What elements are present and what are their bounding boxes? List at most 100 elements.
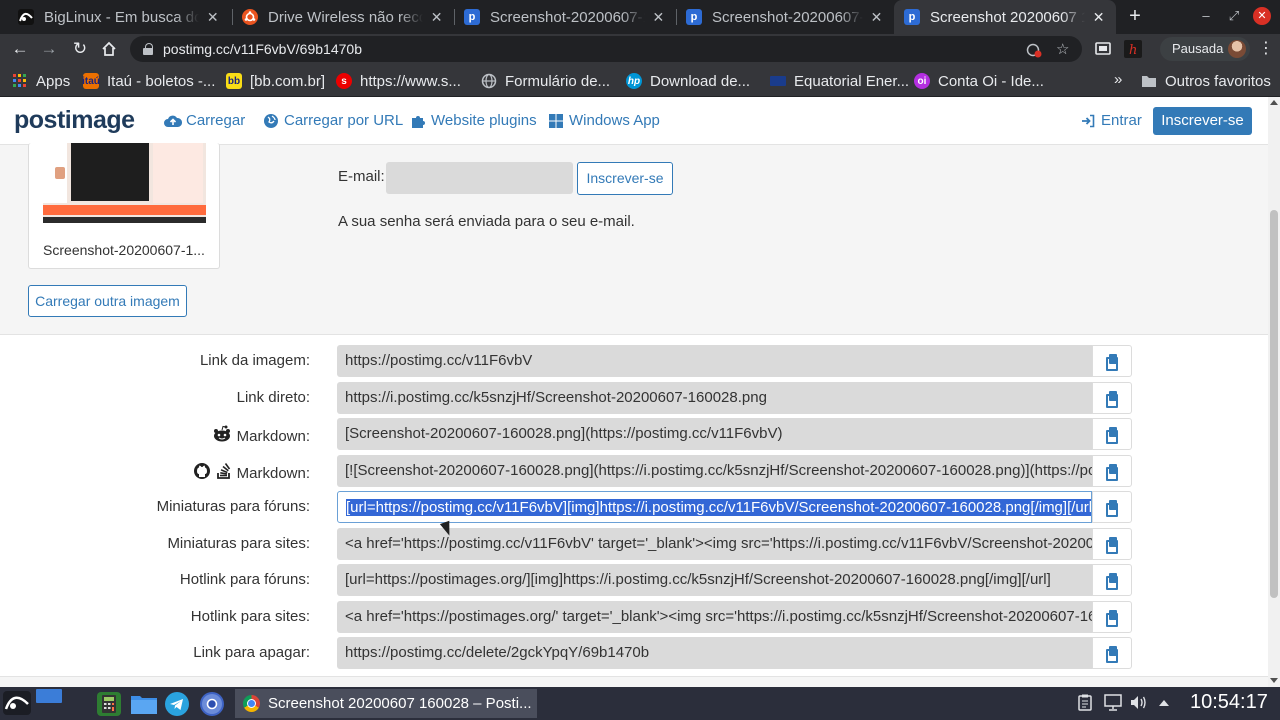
bookmark-hp-download[interactable]: hp Download de... bbox=[626, 71, 750, 91]
chromium-icon[interactable] bbox=[200, 692, 224, 716]
cookie-blocked-icon[interactable] bbox=[1026, 40, 1042, 62]
copy-button[interactable] bbox=[1092, 418, 1132, 450]
close-tab-icon[interactable]: ✕ bbox=[869, 9, 884, 26]
upload-another-button[interactable]: Carregar outra imagem bbox=[28, 285, 187, 317]
nav-label: Windows App bbox=[569, 112, 660, 129]
link-row-direct-link: Link direto: https://i.postimg.cc/k5snzj… bbox=[0, 382, 1268, 414]
reload-icon[interactable]: ↻ bbox=[69, 38, 91, 60]
bookmark-oi[interactable]: oi Conta Oi - Ide... bbox=[914, 71, 1044, 91]
nav-upload-link[interactable]: Carregar bbox=[164, 112, 245, 129]
link-row-delete-link: Link para apagar: https://postimg.cc/del… bbox=[0, 637, 1268, 669]
new-tab-button[interactable]: + bbox=[1124, 5, 1146, 27]
link-row-markdown-github: Markdown: [![Screenshot-20200607-160028.… bbox=[0, 455, 1268, 487]
scroll-down-arrow-icon[interactable] bbox=[1270, 678, 1278, 683]
menu-kebab-icon[interactable]: ⋮ bbox=[1258, 38, 1274, 60]
tab-strip: BigLinux - Em busca do s ✕ Drive Wireles… bbox=[0, 0, 1280, 34]
tab-title: Screenshot-20200607-1 bbox=[490, 8, 645, 26]
nav-upload-url-link[interactable]: Carregar por URL bbox=[262, 112, 403, 129]
link-field[interactable]: [url=https://postimages.org/][img]https:… bbox=[337, 564, 1092, 596]
start-menu-icon[interactable] bbox=[3, 691, 31, 715]
itau-icon: itaú bbox=[82, 73, 100, 89]
home-icon[interactable] bbox=[98, 38, 120, 60]
calculator-icon[interactable] bbox=[97, 692, 121, 716]
link-field-selected[interactable]: [url=https://postimg.cc/v11F6vbV][img]ht… bbox=[337, 491, 1092, 523]
copy-button[interactable] bbox=[1092, 528, 1132, 560]
close-tab-icon[interactable]: ✕ bbox=[651, 9, 666, 26]
close-tab-icon[interactable]: ✕ bbox=[429, 9, 444, 26]
postimage-logo[interactable]: postimage bbox=[14, 106, 135, 135]
image-thumbnail[interactable] bbox=[43, 143, 206, 223]
star-bookmark-icon[interactable]: ☆ bbox=[1056, 40, 1069, 58]
bookmark-santander[interactable]: s https://www.s... bbox=[336, 71, 461, 91]
bookmarks-overflow-button[interactable]: » bbox=[1114, 71, 1122, 88]
link-field[interactable]: https://postimg.cc/v11F6vbV bbox=[337, 345, 1092, 377]
close-tab-icon[interactable]: ✕ bbox=[205, 9, 220, 26]
link-field[interactable]: https://i.postimg.cc/k5snzjHf/Screenshot… bbox=[337, 382, 1092, 414]
network-icon[interactable] bbox=[1104, 694, 1122, 715]
restore-icon[interactable]: ⤢ bbox=[1224, 6, 1244, 26]
tab-2[interactable]: Drive Wireless não recon ✕ bbox=[232, 0, 454, 34]
bookmark-label: Equatorial Ener... bbox=[794, 72, 910, 90]
file-manager-icon[interactable] bbox=[130, 692, 157, 716]
tab-5-active[interactable]: p Screenshot 20200607 16 ✕ bbox=[894, 0, 1116, 34]
profile-button[interactable]: Pausada bbox=[1160, 37, 1250, 61]
scroll-up-arrow-icon[interactable] bbox=[1270, 100, 1278, 105]
bookmark-label: Formulário de... bbox=[505, 72, 611, 90]
password-note: A sua senha será enviada para o seu e-ma… bbox=[338, 213, 635, 230]
subscribe-button[interactable]: Inscrever-se bbox=[577, 162, 673, 195]
tab-4[interactable]: p Screenshot-20200607-1 ✕ bbox=[676, 0, 894, 34]
site-header: postimage Carregar Carregar por URL Webs… bbox=[0, 97, 1268, 145]
taskbar-clock[interactable]: 10:54:17 bbox=[1190, 691, 1268, 714]
bookmark-equatorial[interactable]: Equatorial Ener... bbox=[770, 71, 909, 91]
nav-windows-app-link[interactable]: Windows App bbox=[547, 112, 660, 129]
bookmark-itau[interactable]: itaú Itaú - boletos -... bbox=[82, 71, 215, 91]
copy-button[interactable] bbox=[1092, 382, 1132, 414]
link-field[interactable]: [![Screenshot-20200607-160028.png](https… bbox=[337, 455, 1092, 487]
nav-website-plugins-link[interactable]: Website plugins bbox=[409, 112, 537, 129]
workspace-switcher-icon[interactable] bbox=[36, 689, 62, 703]
copy-button[interactable] bbox=[1092, 564, 1132, 596]
extension-screen-icon[interactable] bbox=[1094, 40, 1112, 58]
avatar bbox=[1228, 40, 1246, 58]
copy-button[interactable] bbox=[1092, 601, 1132, 633]
globe-icon bbox=[262, 113, 280, 129]
svg-text:h: h bbox=[1129, 43, 1137, 58]
footer-strip bbox=[0, 676, 1268, 687]
copy-button[interactable] bbox=[1092, 345, 1132, 377]
bookmark-other-folder[interactable]: Outros favoritos bbox=[1141, 71, 1271, 91]
copy-icon bbox=[1106, 537, 1118, 554]
tab-3[interactable]: p Screenshot-20200607-1 ✕ bbox=[454, 0, 676, 34]
telegram-icon[interactable] bbox=[165, 692, 189, 716]
address-bar[interactable]: postimg.cc/v11F6vbV/69b1470b ☆ bbox=[130, 36, 1082, 62]
link-label: Hotlink para fóruns: bbox=[179, 571, 310, 588]
lock-icon bbox=[143, 43, 153, 55]
bookmark-bb[interactable]: bb [bb.com.br] bbox=[226, 71, 325, 91]
close-tab-icon[interactable]: ✕ bbox=[1091, 9, 1106, 26]
clipboard-icon[interactable] bbox=[1078, 694, 1092, 715]
forward-arrow-icon[interactable]: → bbox=[38, 38, 60, 60]
image-thumbnail-card[interactable]: Screenshot-20200607-1... bbox=[28, 143, 220, 269]
scrollbar-thumb[interactable] bbox=[1270, 210, 1278, 598]
minimize-icon[interactable]: – bbox=[1196, 6, 1216, 26]
login-link[interactable]: Entrar bbox=[1079, 112, 1142, 129]
bookmark-formulario[interactable]: Formulário de... bbox=[481, 71, 610, 91]
signup-button[interactable]: Inscrever-se bbox=[1153, 107, 1252, 135]
bookmark-apps[interactable]: Apps bbox=[12, 71, 70, 91]
link-field[interactable]: [Screenshot-20200607-160028.png](https:/… bbox=[337, 418, 1092, 450]
tray-expand-arrow-icon[interactable] bbox=[1158, 694, 1170, 715]
copy-button[interactable] bbox=[1092, 491, 1132, 523]
ubuntu-icon bbox=[242, 9, 258, 25]
copy-button[interactable] bbox=[1092, 637, 1132, 669]
hp-icon: hp bbox=[626, 73, 642, 89]
close-window-icon[interactable]: ✕ bbox=[1253, 7, 1271, 25]
extension-h-icon[interactable]: h bbox=[1124, 40, 1142, 58]
copy-button[interactable] bbox=[1092, 455, 1132, 487]
equatorial-icon bbox=[770, 76, 786, 86]
back-arrow-icon[interactable]: ← bbox=[9, 38, 31, 60]
link-field[interactable]: https://postimg.cc/delete/2gckYpqY/69b14… bbox=[337, 637, 1092, 669]
taskbar-active-window[interactable]: Screenshot 20200607 160028 – Posti... bbox=[235, 689, 537, 718]
tab-1[interactable]: BigLinux - Em busca do s ✕ bbox=[8, 0, 230, 34]
link-field[interactable]: <a href='https://postimages.org/' target… bbox=[337, 601, 1092, 633]
volume-icon[interactable] bbox=[1130, 694, 1148, 715]
email-field[interactable] bbox=[386, 162, 573, 194]
